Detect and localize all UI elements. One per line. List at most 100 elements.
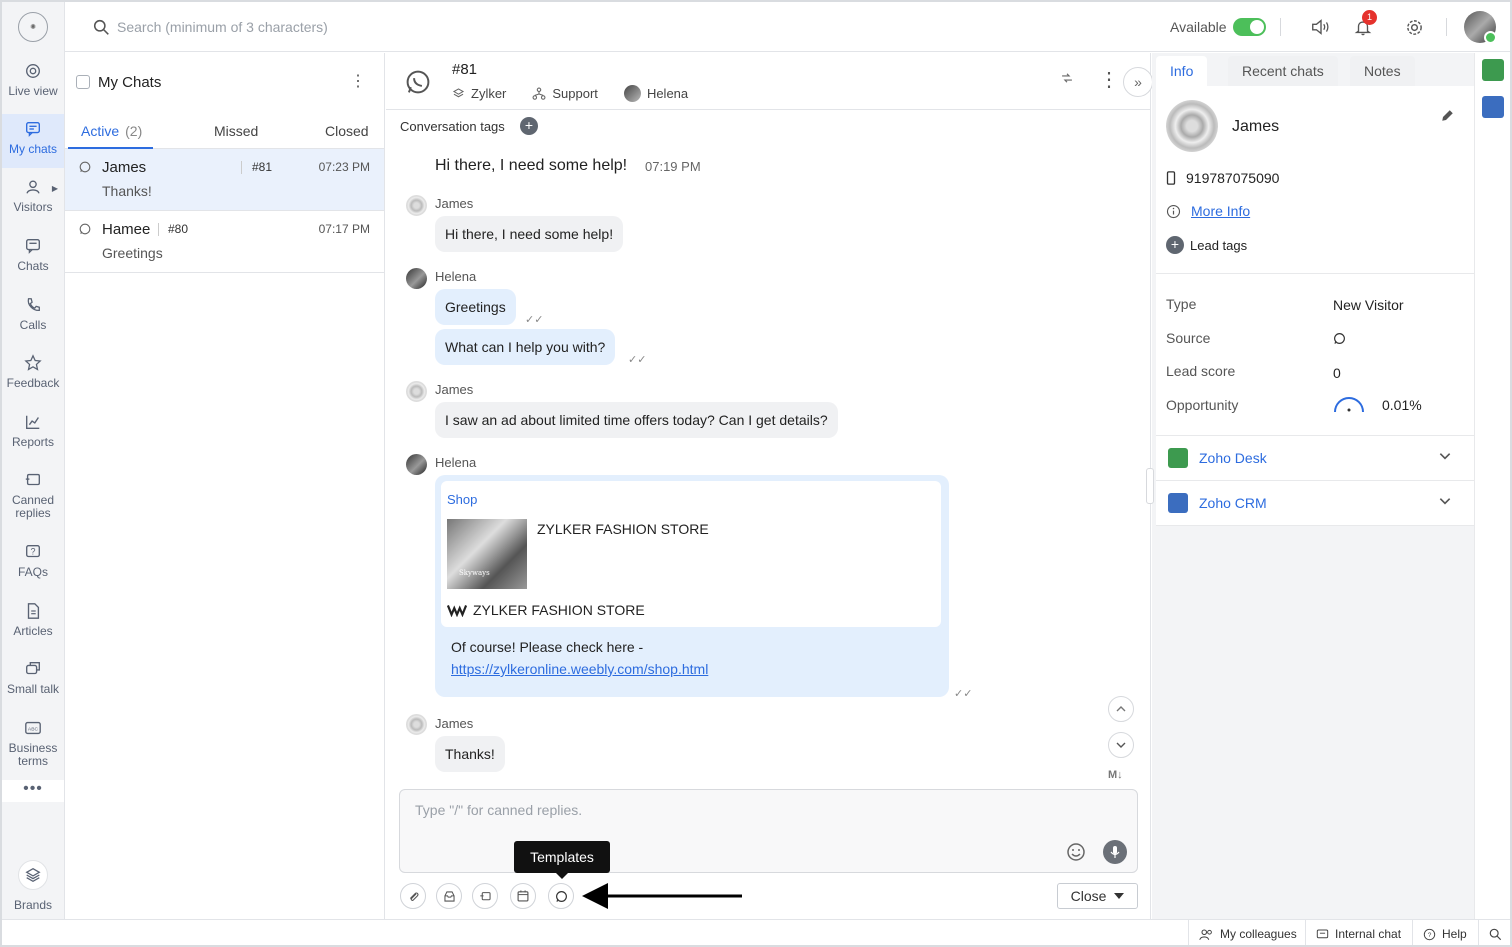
prop-value: 0 — [1333, 365, 1341, 381]
divider — [241, 161, 242, 174]
integration-zoho-desk[interactable]: Zoho Desk — [1156, 436, 1474, 481]
add-tag-icon[interactable]: + — [520, 117, 538, 135]
brand-logo[interactable]: ✺ — [18, 12, 48, 42]
more-vertical-icon[interactable]: ⋮ — [350, 71, 366, 91]
read-ticks-icon: ✓✓ — [525, 314, 544, 326]
people-icon — [1199, 928, 1212, 940]
footer-search-button[interactable] — [1478, 920, 1510, 945]
nav-calls[interactable]: Calls — [2, 290, 64, 344]
search-input[interactable] — [117, 16, 517, 38]
nav-live-view[interactable]: Live view — [2, 56, 64, 110]
tab-recent-chats[interactable]: Recent chats — [1228, 56, 1338, 86]
product-image-caption: Skyways — [459, 569, 490, 577]
message-input[interactable] — [415, 802, 1015, 824]
nav-chats[interactable]: Chats — [2, 231, 64, 285]
chat-row[interactable]: James #81 07:23 PM Thanks! — [65, 149, 384, 211]
availability-toggle[interactable] — [1233, 18, 1266, 36]
tab-label: Active — [81, 123, 120, 139]
chat-list-header: My Chats ⋮ — [65, 53, 384, 111]
product-card[interactable]: Shop Skyways ZYLKER FASHION STORE ZYLKER… — [441, 481, 941, 627]
microphone-button[interactable] — [1103, 840, 1127, 864]
phone-number: 919787075090 — [1186, 170, 1280, 186]
user-avatar[interactable] — [1464, 11, 1497, 44]
emoji-icon[interactable] — [1066, 842, 1086, 862]
help-button[interactable]: ? Help — [1412, 920, 1478, 945]
nav-reports[interactable]: Reports — [2, 407, 64, 461]
gauge-icon — [1334, 397, 1364, 413]
scroll-up-button[interactable] — [1108, 696, 1134, 722]
chat-row-name: Hamee — [102, 221, 151, 238]
nav-label: Feedback — [6, 376, 60, 390]
tab-closed[interactable]: Closed — [325, 123, 369, 139]
tab-notes[interactable]: Notes — [1350, 56, 1415, 86]
calendar-icon — [517, 890, 529, 902]
message-list: Hi there, I need some help! 07:19 PM Jam… — [386, 143, 1151, 783]
nav-my-chats[interactable]: My chats — [2, 114, 64, 168]
star-icon — [24, 354, 42, 371]
agent-avatar — [623, 85, 641, 102]
canned-replies-button[interactable] — [472, 883, 498, 909]
chat-row[interactable]: Hamee #80 07:17 PM Greetings — [65, 211, 384, 273]
card-text: Of course! Please check here - — [451, 639, 644, 655]
nav-business-terms[interactable]: ABC Business terms — [2, 713, 64, 777]
visitor-card: James 919787075090 More Info + Lead tags… — [1156, 86, 1474, 526]
more-info-link[interactable]: More Info — [1191, 203, 1250, 219]
zoho-desk-icon[interactable] — [1482, 59, 1504, 81]
layers-icon — [452, 88, 465, 98]
tab-info[interactable]: Info — [1156, 56, 1208, 86]
templates-button[interactable] — [548, 883, 574, 909]
more-nav-button[interactable]: ••• — [2, 780, 64, 802]
divider — [158, 223, 159, 236]
agent-avatar — [406, 454, 427, 475]
attach-button[interactable] — [400, 883, 426, 909]
sound-icon[interactable] — [1310, 16, 1332, 38]
left-navigation: ✺ Live view My chats Visitors ▶ Chats Ca… — [2, 2, 65, 919]
chat-row-id: #80 — [168, 222, 189, 236]
message-bubble: What can I help you with? — [435, 329, 616, 365]
zoho-crm-icon[interactable] — [1482, 96, 1504, 118]
chats-icon — [26, 239, 40, 254]
visitor-avatar — [1166, 100, 1218, 152]
calendar-button[interactable] — [510, 883, 536, 909]
more-vertical-icon[interactable]: ⋮ — [1099, 67, 1119, 92]
nav-visitors[interactable]: Visitors ▶ — [2, 172, 64, 226]
select-all-checkbox[interactable] — [76, 75, 90, 89]
prop-label: Lead score — [1166, 363, 1236, 379]
brands-switcher[interactable]: Brands — [2, 860, 64, 912]
brand-name: Zylker — [471, 86, 507, 101]
add-lead-tag-icon[interactable]: + — [1166, 236, 1184, 254]
first-message-time: 07:19 PM — [645, 159, 701, 174]
nav-canned-replies[interactable]: Canned replies — [2, 465, 64, 529]
markdown-icon[interactable]: M↓ — [1108, 769, 1123, 781]
chevron-down-icon — [1116, 742, 1126, 748]
tab-missed[interactable]: Missed — [214, 123, 258, 139]
top-bar: Available 1 — [65, 2, 1510, 52]
nav-articles[interactable]: Articles — [2, 596, 64, 650]
nav-label: Calls — [19, 318, 47, 332]
panel-resize-handle[interactable] — [1146, 468, 1154, 504]
availability-label: Available — [1170, 19, 1227, 35]
card-site-name: ZYLKER FASHION STORE — [473, 602, 645, 618]
more-info-row: More Info — [1166, 203, 1250, 219]
transfer-icon[interactable] — [1060, 71, 1074, 88]
nav-faqs[interactable]: ? FAQs — [2, 537, 64, 591]
info-icon — [1166, 204, 1181, 218]
integration-zoho-crm[interactable]: Zoho CRM — [1156, 481, 1474, 526]
divider — [1446, 18, 1447, 36]
tab-active[interactable]: Active (2) — [81, 123, 142, 139]
nav-feedback[interactable]: Feedback — [2, 348, 64, 402]
conversation-header: #81 Zylker Support Helena ⋮ » — [386, 53, 1153, 110]
collapse-panel-button[interactable]: » — [1123, 67, 1153, 97]
agent-name: Helena — [646, 86, 689, 101]
close-chat-button[interactable]: Close — [1057, 883, 1138, 909]
lead-tags-row[interactable]: + Lead tags — [1166, 236, 1247, 254]
gear-icon[interactable] — [1403, 16, 1425, 38]
inbox-button[interactable] — [436, 883, 462, 909]
internal-chat-button[interactable]: Internal chat — [1305, 920, 1412, 945]
nav-small-talk[interactable]: Small talk — [2, 654, 64, 708]
my-colleagues-button[interactable]: My colleagues — [1188, 920, 1305, 945]
scroll-down-button[interactable] — [1108, 732, 1134, 758]
pencil-icon[interactable] — [1440, 108, 1455, 123]
shop-link[interactable]: https://zylkeronline.weebly.com/shop.htm… — [451, 661, 708, 677]
whatsapp-icon — [406, 70, 430, 94]
